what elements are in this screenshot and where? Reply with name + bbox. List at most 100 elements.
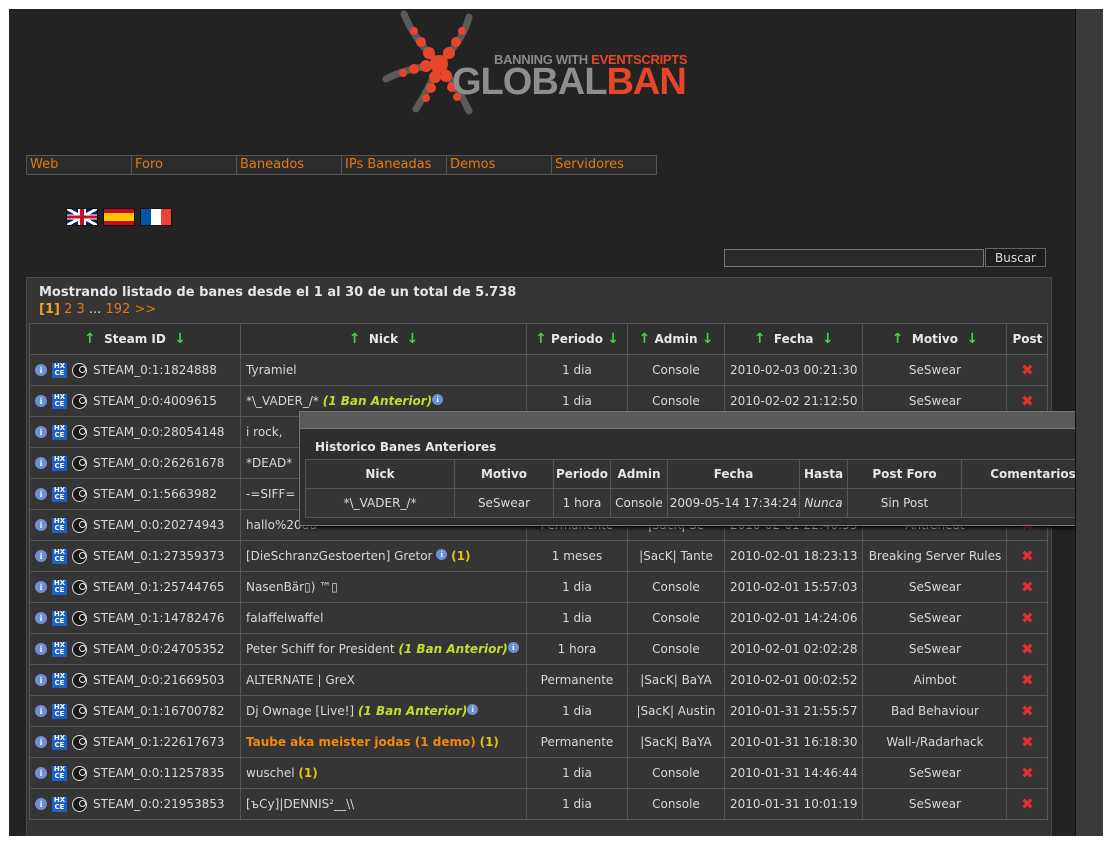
- steam-icon[interactable]: [72, 455, 87, 471]
- steam-icon[interactable]: [72, 641, 87, 657]
- info-icon[interactable]: i: [35, 581, 47, 593]
- page-3-link[interactable]: 3: [77, 302, 85, 317]
- delete-icon[interactable]: ✖: [1021, 361, 1034, 379]
- hlxce-icon[interactable]: HX CE: [52, 579, 67, 595]
- sort-up-icon[interactable]: ↑: [349, 331, 361, 347]
- col-steam-id[interactable]: ↑ Steam ID ↓: [29, 323, 241, 355]
- delete-icon[interactable]: ✖: [1021, 578, 1034, 596]
- info-icon[interactable]: i: [35, 767, 47, 779]
- hlxce-icon[interactable]: HX CE: [52, 672, 67, 688]
- steam-icon[interactable]: [72, 796, 87, 812]
- sort-down-icon[interactable]: ↓: [966, 331, 978, 347]
- info-icon[interactable]: i: [35, 364, 47, 376]
- nav-demos[interactable]: Demos: [447, 156, 552, 174]
- hlxce-icon[interactable]: HX CE: [52, 703, 67, 719]
- nav-ips-baneadas[interactable]: IPs Baneadas: [342, 156, 447, 174]
- nav-servidores[interactable]: Servidores: [552, 156, 656, 174]
- hlxce-icon[interactable]: HX CE: [52, 796, 67, 812]
- hlxce-icon[interactable]: HX CE: [52, 393, 67, 409]
- hlxce-icon[interactable]: HX CE: [52, 517, 67, 533]
- nav-web[interactable]: Web: [27, 156, 132, 174]
- delete-icon[interactable]: ✖: [1021, 764, 1034, 782]
- page-next-link[interactable]: >>: [134, 302, 156, 317]
- hlxce-icon[interactable]: HX CE: [52, 734, 67, 750]
- steam-icon[interactable]: [72, 610, 87, 626]
- hlxce-icon[interactable]: HX CE: [52, 486, 67, 502]
- info-icon[interactable]: i: [35, 643, 47, 655]
- demo-count[interactable]: (1): [451, 549, 470, 563]
- steam-icon[interactable]: [72, 703, 87, 719]
- sort-up-icon[interactable]: ↑: [84, 331, 96, 347]
- col-admin[interactable]: ↑ Admin ↓: [627, 323, 725, 355]
- nav-baneados[interactable]: Baneados: [237, 156, 342, 174]
- col-fecha[interactable]: ↑ Fecha ↓: [723, 323, 864, 355]
- delete-icon[interactable]: ✖: [1021, 547, 1034, 565]
- info-icon[interactable]: i: [35, 488, 47, 500]
- hlxce-icon[interactable]: HX CE: [52, 424, 67, 440]
- previous-ban-link[interactable]: (1 Ban Anterior): [323, 394, 432, 408]
- delete-icon[interactable]: ✖: [1021, 702, 1034, 720]
- sort-up-icon[interactable]: ↑: [639, 331, 651, 347]
- hlxce-icon[interactable]: HX CE: [52, 765, 67, 781]
- steam-icon[interactable]: [72, 424, 87, 440]
- sort-up-icon[interactable]: ↑: [535, 331, 547, 347]
- nav-foro[interactable]: Foro: [132, 156, 237, 174]
- search-button[interactable]: Buscar: [985, 248, 1046, 267]
- delete-icon[interactable]: ✖: [1021, 733, 1034, 751]
- info-icon[interactable]: i: [35, 550, 47, 562]
- delete-icon[interactable]: ✖: [1021, 640, 1034, 658]
- search-input[interactable]: [724, 249, 984, 267]
- sort-down-icon[interactable]: ↓: [822, 331, 834, 347]
- info-icon[interactable]: i: [35, 426, 47, 438]
- hlxce-icon[interactable]: HX CE: [52, 362, 67, 378]
- sort-up-icon[interactable]: ↑: [754, 331, 766, 347]
- page-2-link[interactable]: 2: [64, 302, 72, 317]
- col-nick[interactable]: ↑ Nick ↓: [240, 323, 527, 355]
- info-icon[interactable]: i: [35, 457, 47, 469]
- sort-up-icon[interactable]: ↑: [892, 331, 904, 347]
- info-icon[interactable]: i: [432, 394, 444, 405]
- page-last-link[interactable]: 192: [105, 302, 130, 317]
- steam-icon[interactable]: [72, 548, 87, 564]
- demo-count[interactable]: (1): [480, 735, 499, 749]
- france-flag-icon[interactable]: [140, 208, 172, 226]
- hlxce-icon[interactable]: HX CE: [52, 548, 67, 564]
- delete-icon[interactable]: ✖: [1021, 671, 1034, 689]
- sort-down-icon[interactable]: ↓: [406, 331, 418, 347]
- info-icon[interactable]: i: [35, 798, 47, 810]
- uk-flag-icon[interactable]: [66, 208, 98, 226]
- info-icon[interactable]: i: [467, 704, 479, 715]
- steam-icon[interactable]: [72, 579, 87, 595]
- sort-down-icon[interactable]: ↓: [174, 331, 186, 347]
- steam-icon[interactable]: [72, 672, 87, 688]
- steam-icon[interactable]: [72, 393, 87, 409]
- info-icon[interactable]: i: [35, 736, 47, 748]
- previous-ban-link[interactable]: (1 Ban Anterior): [398, 642, 507, 656]
- info-icon[interactable]: i: [35, 705, 47, 717]
- hlxce-icon[interactable]: HX CE: [52, 641, 67, 657]
- spain-flag-icon[interactable]: [103, 208, 135, 226]
- demo-count[interactable]: (1): [298, 766, 317, 780]
- info-icon[interactable]: i: [35, 674, 47, 686]
- scrollbar-rail[interactable]: [1075, 9, 1103, 836]
- info-icon[interactable]: i: [35, 395, 47, 407]
- col-motivo[interactable]: ↑ Motivo ↓: [862, 323, 1008, 355]
- steam-icon[interactable]: [72, 486, 87, 502]
- steam-icon[interactable]: [72, 362, 87, 378]
- delete-icon[interactable]: ✖: [1021, 392, 1034, 410]
- info-icon[interactable]: i: [507, 642, 519, 653]
- sort-down-icon[interactable]: ↓: [607, 331, 619, 347]
- steam-icon[interactable]: [72, 517, 87, 533]
- col-periodo[interactable]: ↑ Periodo ↓: [526, 323, 628, 355]
- steam-icon[interactable]: [72, 734, 87, 750]
- sort-down-icon[interactable]: ↓: [702, 331, 714, 347]
- delete-icon[interactable]: ✖: [1021, 609, 1034, 627]
- previous-ban-link[interactable]: (1 Ban Anterior): [358, 704, 467, 718]
- info-icon[interactable]: i: [35, 612, 47, 624]
- delete-icon[interactable]: ✖: [1021, 795, 1034, 813]
- hlxce-icon[interactable]: HX CE: [52, 610, 67, 626]
- hlxce-icon[interactable]: HX CE: [52, 455, 67, 471]
- info-icon[interactable]: i: [35, 519, 47, 531]
- info-icon[interactable]: i: [436, 549, 448, 560]
- steam-icon[interactable]: [72, 765, 87, 781]
